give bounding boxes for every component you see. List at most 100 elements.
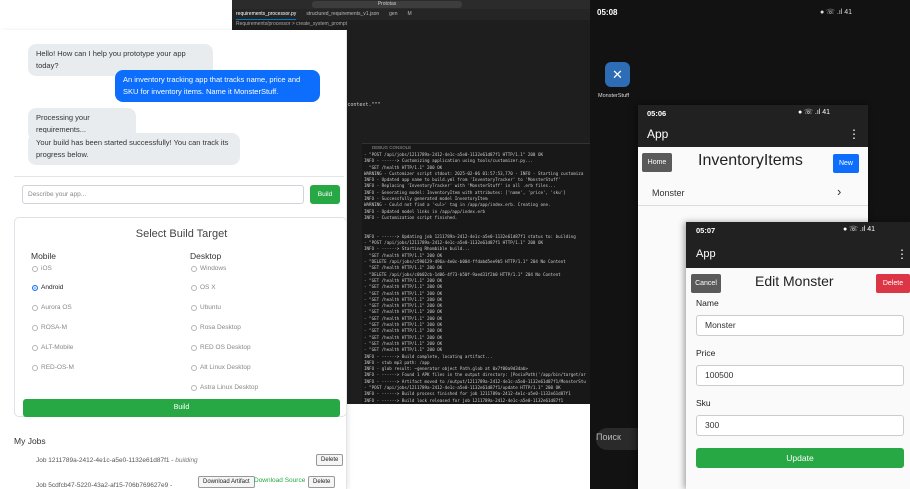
radio-android[interactable]: Android — [32, 284, 63, 291]
divider — [14, 176, 344, 177]
status-icons: ● ☏ .ıl 41 — [820, 9, 853, 16]
radio-rosa-m[interactable]: ROSA-M — [32, 324, 67, 331]
radio-label: RED OS Desktop — [200, 344, 251, 351]
radio-icon[interactable] — [191, 324, 197, 331]
radio-label: RED-OS-M — [41, 364, 74, 371]
download-artifact-button[interactable]: Download Artifact — [198, 476, 255, 488]
radio-label: Alt Linux Desktop — [200, 364, 251, 371]
screen: Prototas requirements_processor.py struc… — [0, 0, 910, 489]
terminal-line: INFO - ------> Build lock released for j… — [364, 397, 564, 403]
desktop-header: Desktop — [190, 251, 222, 261]
overflow-menu-icon[interactable]: ⋮ — [896, 247, 908, 261]
radio-aurora-os[interactable]: Aurora OS — [32, 304, 72, 311]
name-label: Name — [696, 298, 719, 308]
assistant-message: Your build has been started successfully… — [28, 133, 240, 165]
window-search-box[interactable]: Prototas — [312, 1, 462, 8]
radio-red-os-m[interactable]: RED-OS-M — [32, 364, 74, 371]
radio-red-os-desktop[interactable]: RED OS Desktop — [191, 344, 251, 351]
terminal-header[interactable]: DEBUG CONSOLE — [362, 144, 592, 152]
editor-tab[interactable]: M — [407, 9, 411, 20]
app-bar: 05:06 ● ☏ .ıl 41 App ⋮ — [638, 105, 868, 147]
radio-label: Windows — [200, 265, 227, 272]
list-item[interactable]: Monster — [652, 188, 685, 198]
delete-job-button[interactable]: Delete — [308, 476, 336, 488]
radio-alt-linux-desktop[interactable]: Alt Linux Desktop — [191, 364, 251, 371]
page-title: Edit Monster — [755, 273, 834, 289]
mobile-header: Mobile — [31, 251, 57, 261]
radio-icon[interactable] — [191, 265, 197, 272]
overflow-menu-icon[interactable]: ⋮ — [848, 127, 860, 141]
radio-icon[interactable] — [32, 324, 38, 331]
phone-edit-screen: 05:07 ● ☏ .ıl 41 App ⋮ Cancel Edit Monst… — [686, 222, 910, 489]
delete-job-button[interactable]: Delete — [316, 454, 344, 466]
radio-label: Astra Linux Desktop — [200, 384, 259, 391]
user-message: An inventory tracking app that tracks na… — [115, 70, 320, 102]
new-button[interactable]: New — [833, 154, 859, 173]
home-button[interactable]: Home — [642, 153, 672, 172]
app-title: App — [696, 248, 716, 260]
editor-tab[interactable]: structured_requirements_v1.json — [306, 9, 379, 20]
radio-icon[interactable] — [32, 284, 38, 291]
jobs-title: My Jobs — [14, 436, 46, 446]
terminal-panel[interactable]: DEBUG CONSOLE - "POST /api/jobs/1211789a… — [362, 143, 592, 404]
terminal-output: - "POST /api/jobs/1211789a-2412-4e1c-a5e… — [362, 152, 592, 404]
build-target-title: Select Build Target — [135, 228, 228, 240]
radio-icon[interactable] — [32, 265, 38, 272]
radio-ubuntu[interactable]: Ubuntu — [191, 304, 221, 311]
delete-button[interactable]: Delete — [876, 274, 910, 293]
radio-icon[interactable] — [191, 384, 197, 391]
terminal-line: INFO - ------> Build process finished fo… — [364, 391, 571, 397]
send-build-button[interactable]: Build — [310, 185, 340, 204]
status-time: 05:06 — [647, 109, 667, 118]
status-icons: ● ☏ .ıl 41 — [843, 226, 876, 233]
status-time: 05:08 — [597, 8, 618, 17]
describe-app-input[interactable]: Describe your app... — [22, 185, 304, 204]
radio-label: OS X — [200, 284, 216, 291]
radio-icon[interactable] — [191, 364, 197, 371]
radio-label: Ubuntu — [200, 304, 221, 311]
update-button[interactable]: Update — [696, 448, 904, 468]
job-row: Job 1211789a-2412-4e1c-a5e0-1132e61d87f1… — [36, 456, 198, 466]
radio-alt-mobile[interactable]: ALT-Mobile — [32, 344, 73, 351]
cancel-button[interactable]: Cancel — [691, 274, 721, 293]
editor-tabs: requirements_processor.py structured_req… — [232, 9, 592, 20]
radio-icon[interactable] — [32, 344, 38, 351]
status-icons: ● ☏ .ıl 41 — [798, 109, 831, 116]
radio-label: ALT-Mobile — [41, 344, 74, 351]
price-label: Price — [696, 348, 716, 358]
status-time: 05:07 — [696, 226, 716, 235]
home-search-label: Поиск — [596, 432, 621, 442]
job-row: Job 5cdfcb47-5220-43a2-af15-706b769627e9… — [36, 481, 196, 489]
radio-astra-linux-desktop[interactable]: Astra Linux Desktop — [191, 384, 258, 391]
radio-icon[interactable] — [191, 344, 197, 351]
radio-windows[interactable]: Windows — [191, 265, 226, 272]
radio-icon[interactable] — [32, 364, 38, 371]
editor-breadcrumb: Requirements/processor > create_system_p… — [236, 21, 348, 27]
editor-tab[interactable]: gen — [389, 9, 397, 20]
app-icon-label: MonsterStuff — [598, 93, 630, 99]
sku-label: Sku — [696, 398, 711, 408]
divider — [638, 205, 868, 206]
name-field[interactable]: Monster — [696, 315, 904, 336]
prototyping-chat-window: Hello! How can I help you prototype your… — [0, 30, 347, 489]
download-source-link[interactable]: Download Source — [254, 477, 305, 484]
radio-label: ROSA-M — [41, 324, 67, 331]
editor-tab[interactable]: requirements_processor.py — [236, 9, 297, 20]
radio-rosa-desktop[interactable]: Rosa Desktop — [191, 324, 241, 331]
chevron-right-icon[interactable]: › — [837, 184, 841, 199]
radio-ios[interactable]: iOS — [32, 265, 52, 272]
radio-icon[interactable] — [32, 304, 38, 311]
job-id: Job 1211789a-2412-4e1c-a5e0-1132e61d87f1… — [36, 457, 176, 464]
monsterstuff-app-icon[interactable]: ✕ — [605, 62, 630, 87]
sku-field[interactable]: 300 — [696, 415, 904, 436]
build-button[interactable]: Build — [23, 399, 340, 417]
build-target-card: Select Build Target Mobile Desktop iOS A… — [14, 217, 346, 417]
app-bar: 05:07 ● ☏ .ıl 41 App ⋮ — [686, 222, 910, 268]
price-field[interactable]: 100500 — [696, 365, 904, 386]
terminal-line: - "DELETE /api/jobs/c0b02cb-1d06-4f73-b5… — [364, 271, 561, 277]
radio-os-x[interactable]: OS X — [191, 284, 216, 291]
radio-icon[interactable] — [191, 284, 197, 291]
radio-label: Android — [41, 284, 64, 291]
radio-icon[interactable] — [191, 304, 197, 311]
app-title: App — [647, 127, 669, 141]
